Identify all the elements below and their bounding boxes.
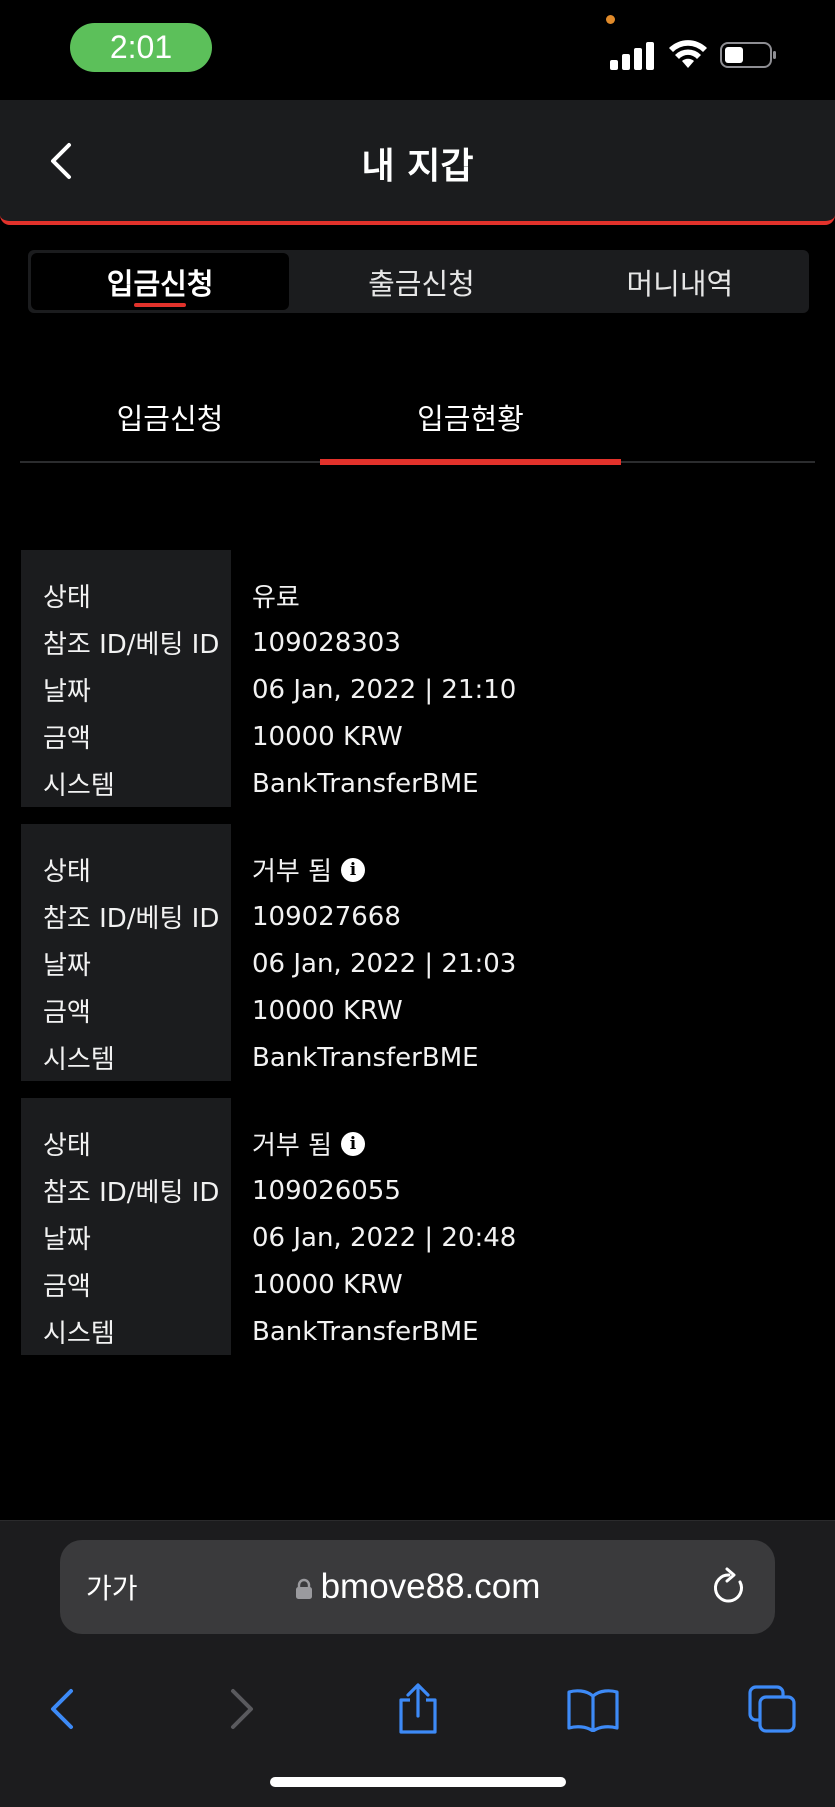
date-label: 날짜 bbox=[43, 951, 91, 981]
deposit-record: 상태 유료 참조 ID/베팅 ID 109028303 날짜 06 Jan, 2… bbox=[21, 550, 816, 807]
reload-icon[interactable] bbox=[709, 1566, 749, 1608]
wifi-icon bbox=[669, 40, 707, 68]
amount-label: 금액 bbox=[43, 724, 91, 754]
record-row-system: 시스템 BankTransferBME bbox=[21, 1308, 816, 1355]
tabs-button[interactable] bbox=[744, 1681, 800, 1737]
record-row-amount: 금액 10000 KRW bbox=[21, 987, 816, 1034]
date-label: 날짜 bbox=[43, 1225, 91, 1255]
tab-withdraw-request[interactable]: 출금신청 bbox=[292, 250, 550, 313]
record-row-status: 상태 거부 됨 i bbox=[21, 846, 816, 893]
record-row-date: 날짜 06 Jan, 2022 | 21:03 bbox=[21, 940, 816, 987]
system-label: 시스템 bbox=[43, 1319, 115, 1349]
page-title: 내 지갑 bbox=[361, 145, 474, 187]
system-value: BankTransferBME bbox=[252, 1042, 479, 1073]
record-row-system: 시스템 BankTransferBME bbox=[21, 760, 816, 807]
status-bar: 2:01 bbox=[0, 0, 835, 100]
browser-nav-row bbox=[0, 1661, 835, 1753]
deposit-record: 상태 거부 됨 i 참조 ID/베팅 ID 109027668 날짜 06 Ja… bbox=[21, 824, 816, 1081]
date-label: 날짜 bbox=[43, 677, 91, 707]
share-icon bbox=[399, 1683, 437, 1734]
cellular-signal-icon bbox=[610, 40, 655, 70]
record-row-amount: 금액 10000 KRW bbox=[21, 713, 816, 760]
lock-icon bbox=[295, 1578, 312, 1599]
book-icon bbox=[567, 1689, 619, 1732]
status-value: 거부 됨 i bbox=[252, 851, 366, 888]
active-tab-indicator bbox=[134, 303, 187, 307]
date-value: 06 Jan, 2022 | 21:10 bbox=[252, 674, 517, 705]
date-value: 06 Jan, 2022 | 20:48 bbox=[252, 1222, 517, 1253]
address-bar[interactable]: 가가 bmove88.com bbox=[60, 1540, 775, 1634]
ref-value: 109026055 bbox=[252, 1175, 401, 1206]
tab-label: 출금신청 bbox=[368, 266, 475, 301]
status-text: 거부 됨 bbox=[252, 857, 333, 887]
record-row-amount: 금액 10000 KRW bbox=[21, 1261, 816, 1308]
ref-value: 109027668 bbox=[252, 901, 401, 932]
deposit-records-list: 상태 유료 참조 ID/베팅 ID 109028303 날짜 06 Jan, 2… bbox=[21, 550, 816, 1372]
system-value: BankTransferBME bbox=[252, 768, 479, 799]
amount-label: 금액 bbox=[43, 998, 91, 1028]
amount-value: 10000 KRW bbox=[252, 995, 403, 1026]
tab-label: 머니내역 bbox=[626, 266, 734, 301]
record-row-ref: 참조 ID/베팅 ID 109028303 bbox=[21, 619, 816, 666]
chevron-left-icon bbox=[51, 143, 71, 179]
record-row-status: 상태 유료 bbox=[21, 572, 816, 619]
system-value: BankTransferBME bbox=[252, 1316, 479, 1347]
app-header: 내 지갑 bbox=[0, 100, 835, 225]
tabs-icon bbox=[748, 1685, 796, 1733]
info-icon[interactable]: i bbox=[341, 1131, 366, 1156]
record-row-date: 날짜 06 Jan, 2022 | 20:48 bbox=[21, 1214, 816, 1261]
battery-icon bbox=[720, 42, 776, 68]
record-row-status: 상태 거부 됨 i bbox=[21, 1120, 816, 1167]
browser-toolbar: 가가 bmove88.com bbox=[0, 1520, 835, 1807]
url-display[interactable]: bmove88.com bbox=[60, 1540, 775, 1634]
status-label: 상태 bbox=[43, 583, 91, 613]
ref-label: 참조 ID/베팅 ID bbox=[43, 904, 220, 934]
status-label: 상태 bbox=[43, 1131, 91, 1161]
chevron-left-icon bbox=[51, 1689, 73, 1729]
browser-back-button[interactable] bbox=[34, 1681, 90, 1737]
status-text: 거부 됨 bbox=[252, 1131, 333, 1161]
status-time: 2:01 bbox=[70, 23, 212, 72]
status-text: 유료 bbox=[252, 583, 300, 613]
ref-label: 참조 ID/베팅 ID bbox=[43, 630, 220, 660]
subtab-deposit-status[interactable]: 입금현황 bbox=[320, 370, 621, 465]
info-icon[interactable]: i bbox=[341, 857, 366, 882]
url-text: bmove88.com bbox=[320, 1567, 541, 1606]
bookmarks-button[interactable] bbox=[565, 1681, 621, 1737]
ref-value: 109028303 bbox=[252, 627, 401, 658]
wallet-segment-tabs: 입금신청 출금신청 머니내역 bbox=[28, 250, 809, 313]
browser-forward-button[interactable] bbox=[214, 1681, 270, 1737]
deposit-record: 상태 거부 됨 i 참조 ID/베팅 ID 109026055 날짜 06 Ja… bbox=[21, 1098, 816, 1355]
privacy-indicator-dot bbox=[606, 15, 615, 24]
status-label: 상태 bbox=[43, 857, 91, 887]
share-button[interactable] bbox=[390, 1681, 446, 1737]
ref-label: 참조 ID/베팅 ID bbox=[43, 1178, 220, 1208]
status-value: 거부 됨 i bbox=[252, 1125, 366, 1162]
tab-money-history[interactable]: 머니내역 bbox=[551, 250, 809, 313]
record-row-date: 날짜 06 Jan, 2022 | 21:10 bbox=[21, 666, 816, 713]
record-row-system: 시스템 BankTransferBME bbox=[21, 1034, 816, 1081]
system-label: 시스템 bbox=[43, 1045, 115, 1075]
chevron-right-icon bbox=[231, 1689, 253, 1729]
record-row-ref: 참조 ID/베팅 ID 109027668 bbox=[21, 893, 816, 940]
date-value: 06 Jan, 2022 | 21:03 bbox=[252, 948, 517, 979]
subtab-deposit-request[interactable]: 입금신청 bbox=[20, 370, 320, 463]
home-indicator bbox=[270, 1777, 566, 1787]
record-row-ref: 참조 ID/베팅 ID 109026055 bbox=[21, 1167, 816, 1214]
amount-value: 10000 KRW bbox=[252, 721, 403, 752]
back-button[interactable] bbox=[38, 138, 82, 184]
status-value: 유료 bbox=[252, 577, 300, 614]
tab-label: 입금신청 bbox=[106, 266, 214, 301]
tab-deposit-request[interactable]: 입금신청 bbox=[31, 253, 290, 310]
system-label: 시스템 bbox=[43, 771, 115, 801]
amount-value: 10000 KRW bbox=[252, 1269, 403, 1300]
deposit-sub-tabs: 입금신청 입금현황 bbox=[20, 370, 815, 465]
amount-label: 금액 bbox=[43, 1272, 91, 1302]
